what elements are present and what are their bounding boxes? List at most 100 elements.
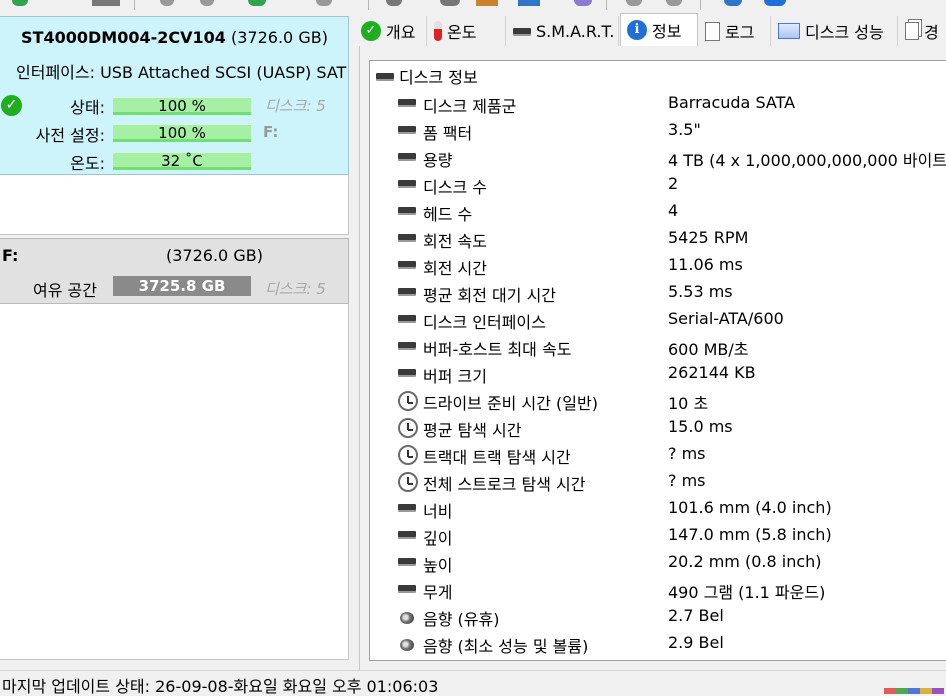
info-row[interactable]: 버퍼-호스트 최대 속도 600 MB/초 — [370, 333, 946, 360]
info-row-value: ? ms — [668, 444, 706, 463]
info-row-value: 4 TB (4 x 1,000,000,000,000 바이트) — [668, 151, 946, 170]
toolbar-tool-icon[interactable] — [200, 0, 214, 6]
info-row-label: 트랙대 트랙 탐색 시간 — [423, 448, 571, 467]
disk-info-list[interactable]: 디스크 정보 디스크 제품군 Barracuda SATA 폼 팩터 3.5" 용량 4 … — [369, 60, 946, 661]
info-row[interactable]: 깊이 147.0 mm (5.8 inch) — [370, 522, 946, 549]
info-row[interactable]: 너비 101.6 mm (4.0 inch) — [370, 495, 946, 522]
info-row[interactable]: 음향 (최소 성능 및 볼륨) 2.9 Bel — [370, 630, 946, 657]
info-row[interactable]: 폼 팩터 3.5" — [370, 117, 946, 144]
toolbar-tool-icon[interactable] — [518, 0, 540, 6]
status-bar-footer: 마지막 업데이트 상태: 26-09-08-화요일 화요일 오후 01:06:0… — [0, 670, 946, 696]
info-row-label: 음향 (유휴) — [423, 610, 500, 629]
toolbar — [0, 0, 946, 12]
toolbar-tool-icon[interactable] — [248, 0, 266, 6]
info-row-label: 디스크 제품군 — [423, 97, 517, 116]
tab-label: 경 — [924, 23, 939, 42]
info-row-label: 전체 스트로크 탐색 시간 — [423, 475, 586, 494]
info-row[interactable]: 드라이브 준비 시간 (일반) 10 초 — [370, 387, 946, 414]
info-row-label: 버퍼-호스트 최대 속도 — [423, 340, 572, 359]
info-row-value: 11.06 ms — [668, 255, 743, 274]
info-row[interactable]: 디스크 제품군 Barracuda SATA — [370, 90, 946, 117]
disk-card-empty-area — [0, 175, 349, 235]
toolbar-tool-icon[interactable] — [574, 0, 592, 6]
tab-label: 정보 — [652, 22, 682, 41]
tab-overview[interactable]: ✓ 개요 — [355, 16, 427, 46]
info-row[interactable]: 전체 스트로크 탐색 시간 ? ms — [370, 468, 946, 495]
toolbar-tool-icon[interactable] — [724, 0, 742, 6]
taskbar-strip — [884, 688, 944, 694]
tab-warnings[interactable]: 경 — [899, 16, 946, 46]
temperature-bar: 32 ˚C — [113, 152, 251, 170]
volume-empty-area — [0, 304, 349, 660]
toolbar-tool-icon[interactable] — [666, 0, 682, 6]
app-window: ST4000DM004-2CV104 (3726.0 GB) 인터페이스: US… — [0, 0, 946, 696]
toolbar-help-icon[interactable] — [764, 0, 786, 6]
tab-temperature[interactable]: 온도 — [428, 16, 506, 46]
info-row[interactable]: 디스크 수 2 — [370, 171, 946, 198]
preset-label: 사전 설정: — [35, 126, 105, 145]
info-row[interactable]: 회전 속도 5425 RPM — [370, 225, 946, 252]
chart-icon — [778, 23, 800, 39]
info-row-label: 평균 회전 대기 시간 — [423, 286, 557, 305]
info-row-value: 5.53 ms — [668, 282, 733, 301]
tab-info[interactable]: i 정보 — [620, 13, 698, 46]
disk-icon — [398, 261, 416, 267]
toolbar-settings-icon[interactable] — [92, 0, 120, 6]
info-icon: i — [627, 20, 647, 40]
toolbar-tool-icon[interactable] — [626, 0, 642, 6]
clock-icon — [398, 445, 418, 465]
info-row-value: 4 — [668, 201, 679, 220]
info-row[interactable]: 음향 (유휴) 2.7 Bel — [370, 603, 946, 630]
info-row-value: 490 그램 (1.1 파운드) — [668, 583, 826, 602]
info-row[interactable]: 용량 4 TB (4 x 1,000,000,000,000 바이트) — [370, 144, 946, 171]
info-row-value: ? ms — [668, 471, 706, 490]
toolbar-tool-icon[interactable] — [440, 0, 460, 6]
interface-value: USB Attached SCSI (UASP) SAT — [95, 63, 347, 82]
status-label: 상태: — [70, 98, 105, 117]
tab-smart[interactable]: S.M.A.R.T. — [507, 16, 619, 46]
toolbar-tool-icon[interactable] — [160, 0, 174, 6]
disk-title: ST4000DM004-2CV104 (3726.0 GB) — [0, 28, 349, 47]
status-bar: 100 % — [113, 97, 251, 115]
interface-label: 인터페이스: — [16, 63, 95, 82]
disk-icon — [398, 207, 416, 213]
info-row[interactable]: 평균 회전 대기 시간 5.53 ms — [370, 279, 946, 306]
info-row-label: 폼 팩터 — [423, 124, 473, 143]
tab-log[interactable]: 로그 — [699, 16, 771, 46]
info-row[interactable]: 회전 시간 11.06 ms — [370, 252, 946, 279]
thermometer-icon — [434, 21, 442, 41]
info-row-value: 600 MB/초 — [668, 340, 749, 359]
clock-icon — [398, 418, 418, 438]
info-row-value: 147.0 mm (5.8 inch) — [668, 525, 832, 544]
info-row-label: 무게 — [423, 583, 453, 602]
toolbar-tool-icon[interactable] — [386, 0, 402, 6]
info-row-value: 262144 KB — [668, 363, 756, 382]
toolbar-tool-icon[interactable] — [476, 0, 498, 6]
toolbar-tool-icon[interactable] — [316, 0, 332, 6]
toolbar-separator — [368, 0, 369, 10]
info-row[interactable]: 버퍼 크기 262144 KB — [370, 360, 946, 387]
info-row[interactable]: 트랙대 트랙 탐색 시간 ? ms — [370, 441, 946, 468]
info-row-label: 디스크 인터페이스 — [423, 313, 546, 332]
info-row-label: 음향 (최소 성능 및 볼륨) — [423, 637, 589, 656]
preset-bar: 100 % — [113, 124, 251, 142]
info-row[interactable]: 높이 20.2 mm (0.8 inch) — [370, 549, 946, 576]
clock-icon — [398, 472, 418, 492]
disk-card[interactable]: ST4000DM004-2CV104 (3726.0 GB) 인터페이스: US… — [0, 16, 349, 175]
toolbar-refresh-icon[interactable] — [12, 0, 28, 6]
info-row[interactable]: 평균 탐색 시간 15.0 ms — [370, 414, 946, 441]
disk-icon — [398, 342, 416, 348]
info-row[interactable]: 무게 490 그램 (1.1 파운드) — [370, 576, 946, 603]
disk-icon — [398, 234, 416, 240]
toolbar-separator — [606, 0, 607, 10]
info-row-label: 회전 시간 — [423, 259, 487, 278]
info-row[interactable]: 디스크 인터페이스 Serial-ATA/600 — [370, 306, 946, 333]
drive-letter-label: F: — [263, 123, 279, 141]
last-update-text: 마지막 업데이트 상태: 26-09-08-화요일 화요일 오후 01:06:0… — [2, 677, 439, 696]
info-row[interactable]: 헤드 수 4 — [370, 198, 946, 225]
clock-icon — [398, 391, 418, 411]
disk-icon — [398, 504, 416, 510]
tab-disk-performance[interactable]: 디스크 성능 — [772, 16, 898, 46]
info-row-value: Barracuda SATA — [668, 93, 796, 112]
group-header-disk-info[interactable]: 디스크 정보 — [376, 64, 478, 88]
